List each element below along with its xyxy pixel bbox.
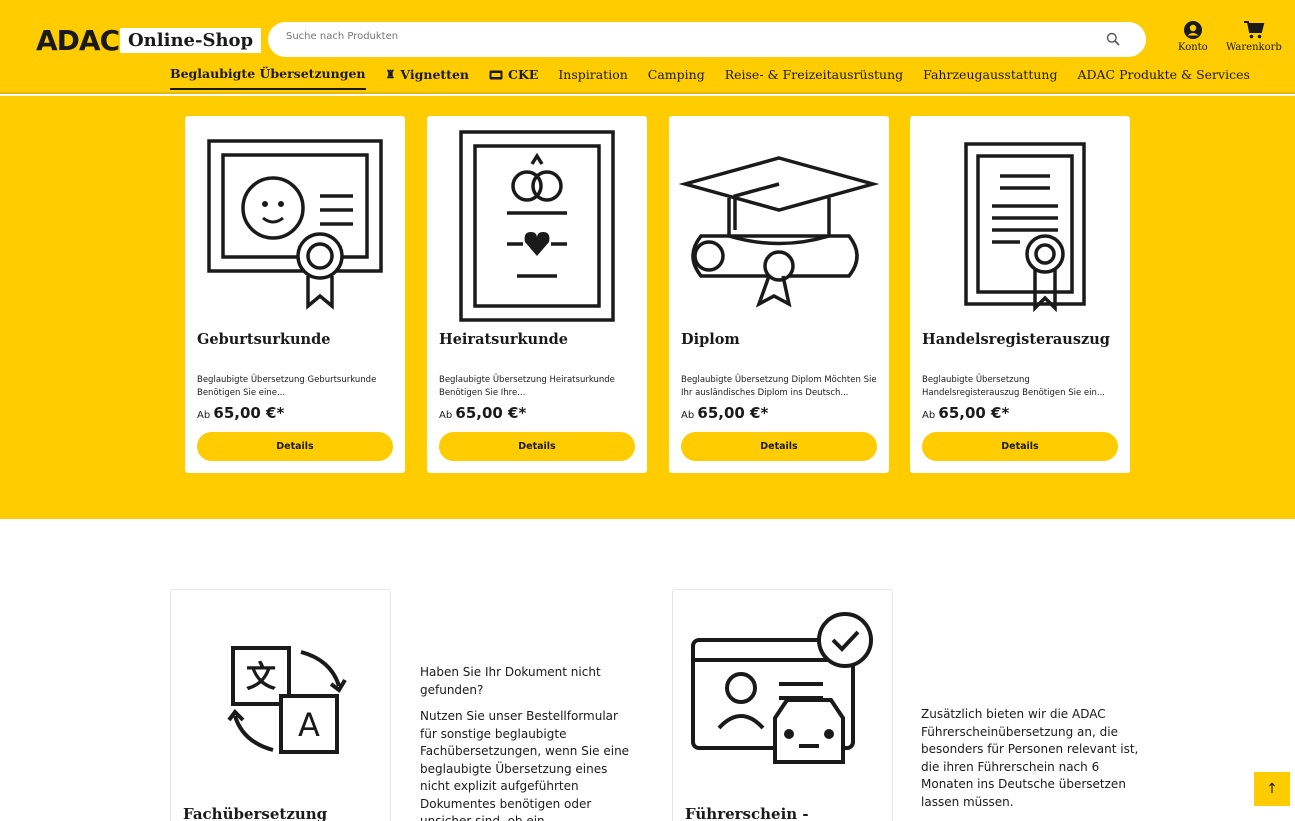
- nav-item-label: Fahrzeugausstattung: [923, 67, 1058, 82]
- product-title[interactable]: Geburtsurkunde: [197, 331, 330, 348]
- search-input[interactable]: [286, 31, 1066, 42]
- nav-item-label: CKE: [508, 67, 539, 82]
- details-button[interactable]: Details: [922, 432, 1118, 461]
- document-not-found-text: Haben Sie Ihr Dokument nicht gefunden? N…: [420, 664, 638, 821]
- product-card-heiratsurkunde[interactable]: Heiratsurkunde Beglaubigte Übersetzung H…: [427, 116, 647, 473]
- adac-logo[interactable]: ADAC: [36, 24, 120, 57]
- nav-item-camping[interactable]: Camping: [648, 66, 705, 90]
- nav-item-label: Camping: [647, 67, 705, 82]
- details-button[interactable]: Details: [197, 432, 393, 461]
- svg-text:A: A: [298, 706, 320, 744]
- fuehrerschein-text: Zusätzlich bieten wir die ADAC Führersch…: [921, 706, 1143, 820]
- product-card-diplom[interactable]: Diplom Beglaubigte Übersetzung Diplom Mö…: [669, 116, 889, 473]
- product-description: Beglaubigte Übersetzung Heiratsurkunde B…: [439, 375, 615, 398]
- cart-label: Warenkorb: [1226, 42, 1282, 53]
- nav-item-fahrzeugausstattung[interactable]: Fahrzeugausstattung: [923, 66, 1057, 90]
- marriage-certificate-icon: [459, 130, 615, 322]
- register-document-icon: [964, 142, 1086, 313]
- price-value: 65,00 €*: [455, 404, 527, 422]
- fachuebersetzung-card[interactable]: 文 A Fachübersetzung: [170, 589, 391, 821]
- birth-certificate-icon: [207, 139, 383, 310]
- price-value: 65,00 €*: [697, 404, 769, 422]
- price-value: 65,00 €*: [938, 404, 1010, 422]
- nav-item-reise-freizeit[interactable]: Reise- & Freizeitausrüstung: [725, 66, 903, 90]
- fuehrerschein-card[interactable]: Führerschein -: [672, 589, 893, 821]
- price-prefix: Ab: [439, 410, 453, 421]
- nav-item-cke[interactable]: CKE: [489, 66, 538, 90]
- product-description: Beglaubigte Übersetzung Diplom Möchten S…: [681, 375, 877, 398]
- product-card-handelsregisterauszug[interactable]: Handelsregisterauszug Beglaubigte Überse…: [910, 116, 1130, 473]
- back-to-top-button[interactable]: ↑: [1254, 772, 1290, 806]
- main-nav: Beglaubigte Übersetzungen ♜ Vignetten CK…: [170, 66, 1270, 90]
- product-price: Ab 65,00 €*: [922, 404, 1009, 422]
- header: ADAC Online-Shop Konto Warenkorb Beglaub…: [0, 0, 1295, 94]
- product-title[interactable]: Heiratsurkunde: [439, 331, 568, 348]
- product-price: Ab 65,00 €*: [197, 404, 284, 422]
- price-value: 65,00 €*: [213, 404, 285, 422]
- search-icon[interactable]: [1106, 32, 1120, 46]
- product-description: Beglaubigte Übersetzung Handelsregistera…: [922, 375, 1105, 398]
- graduation-cap-icon: [679, 156, 879, 308]
- nav-item-inspiration[interactable]: Inspiration: [558, 66, 627, 90]
- nav-item-vignetten[interactable]: ♜ Vignetten: [386, 66, 469, 90]
- nav-item-label: Inspiration: [558, 67, 628, 82]
- product-title[interactable]: Diplom: [681, 331, 740, 348]
- product-description: Beglaubigte Übersetzung Geburtsurkunde B…: [197, 375, 377, 398]
- account-icon: [1183, 21, 1202, 39]
- translation-icon: 文 A: [227, 646, 347, 754]
- product-price: Ab 65,00 €*: [439, 404, 526, 422]
- details-button[interactable]: Details: [681, 432, 877, 461]
- card-title[interactable]: Führerschein -: [685, 805, 809, 821]
- price-prefix: Ab: [681, 410, 695, 421]
- nav-item-label: Vignetten: [400, 67, 469, 82]
- driving-license-icon: [691, 612, 873, 764]
- nav-item-beglaubigte-uebersetzungen[interactable]: Beglaubigte Übersetzungen: [170, 66, 366, 90]
- details-button[interactable]: Details: [439, 432, 635, 461]
- account-button[interactable]: Konto: [1178, 20, 1208, 53]
- cart-button[interactable]: Warenkorb: [1226, 20, 1282, 53]
- nav-item-label: Reise- & Freizeitausrüstung: [724, 67, 904, 82]
- nav-item-label: Beglaubigte Übersetzungen: [170, 66, 366, 81]
- not-found-body: Nutzen Sie unser Bestellformular für son…: [420, 709, 630, 821]
- not-found-heading: Haben Sie Ihr Dokument nicht gefunden?: [420, 665, 601, 697]
- nav-item-label: ADAC Produkte & Services: [1077, 67, 1250, 82]
- price-prefix: Ab: [922, 410, 936, 421]
- product-price: Ab 65,00 €*: [681, 404, 768, 422]
- product-title[interactable]: Handelsregisterauszug: [922, 331, 1110, 348]
- online-shop-badge[interactable]: Online-Shop: [120, 28, 262, 53]
- svg-text:文: 文: [246, 660, 276, 695]
- search-bar[interactable]: [268, 22, 1146, 57]
- card-title[interactable]: Fachübersetzung: [183, 805, 327, 821]
- account-label: Konto: [1178, 42, 1208, 53]
- price-prefix: Ab: [197, 410, 211, 421]
- nav-item-adac-produkte[interactable]: ADAC Produkte & Services: [1077, 66, 1249, 90]
- cke-icon: [489, 70, 503, 79]
- product-card-geburtsurkunde[interactable]: Geburtsurkunde Beglaubigte Übersetzung G…: [185, 116, 405, 473]
- vignette-icon: ♜: [385, 68, 396, 81]
- fuehrerschein-body: Zusätzlich bieten wir die ADAC Führersch…: [921, 707, 1139, 809]
- cart-icon: [1243, 21, 1265, 39]
